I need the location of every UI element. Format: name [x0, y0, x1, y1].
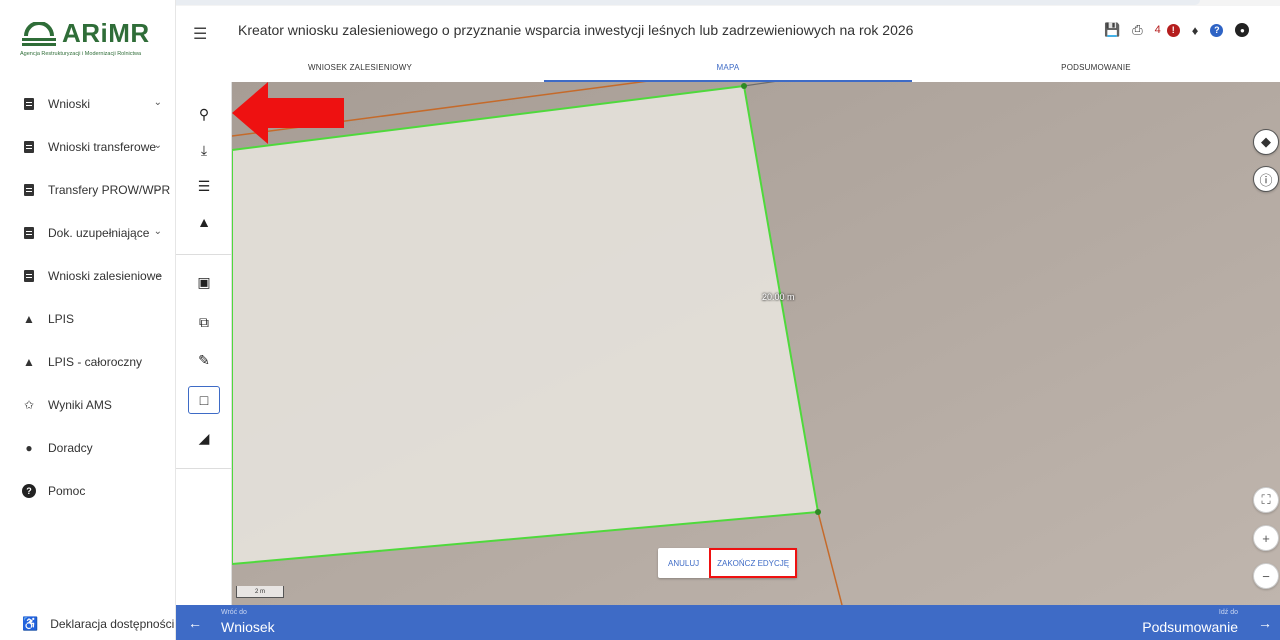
sidebar-item-lpis-caloroczny[interactable]: ▲ LPIS - całoroczny: [0, 340, 176, 383]
error-icon[interactable]: !: [1166, 23, 1180, 37]
scale-bar: 2 m: [236, 586, 284, 598]
header-actions: 💾 ⎙ 4 ! ♦ ? ●: [1104, 22, 1250, 38]
map-view[interactable]: 20.00 m 2 m ◆ ⓘ ⛶ + − ANULUJ ZAKOŃCZ EDY…: [232, 82, 1280, 605]
edited-parcel-polygon[interactable]: [232, 84, 820, 566]
sidebar-item-label: Transfery PROW/WPR: [48, 182, 171, 197]
zoom-out-icon[interactable]: −: [1253, 563, 1279, 589]
error-count-badge: 4: [1154, 24, 1161, 36]
chevron-down-icon: ⌄: [153, 226, 162, 237]
forest-icon[interactable]: ▲: [188, 208, 220, 236]
hamburger-menu-icon[interactable]: ☰: [193, 24, 207, 44]
sidebar-item-label: Wyniki AMS: [48, 397, 112, 412]
tab-podsumowanie[interactable]: PODSUMOWANIE: [912, 54, 1280, 82]
sidebar-item-lpis[interactable]: ▲ LPIS: [0, 297, 176, 340]
sidebar: ARiMR Agencja Restrukturyzacji i Moderni…: [0, 0, 176, 640]
polygon-vertex[interactable]: [741, 83, 747, 89]
sidebar-item-label: Wnioski transferowe: [48, 139, 157, 154]
document-icon: [22, 140, 36, 154]
logo-mark-icon: [22, 22, 56, 46]
terrain-icon: ▲: [23, 354, 35, 369]
help-icon[interactable]: ?: [1210, 23, 1224, 37]
arrow-left-icon[interactable]: ←: [188, 615, 202, 631]
page-title: Kreator wniosku zalesieniowego o przyzna…: [238, 22, 914, 38]
sidebar-item-wnioski[interactable]: Wnioski ⌄: [0, 82, 176, 125]
info-icon[interactable]: ⓘ: [1253, 166, 1279, 192]
sidebar-item-label: LPIS: [48, 311, 75, 326]
next-caption: Idź do: [1218, 609, 1238, 616]
edit-actions: ANULUJ ZAKOŃCZ EDYCJĘ: [658, 548, 798, 578]
download-icon[interactable]: ⤓: [188, 136, 220, 164]
bottom-navigation: ← Wróć do Wniosek Idź do Podsumowanie →: [176, 605, 1280, 640]
select-area-icon[interactable]: ▣: [188, 268, 220, 296]
print-icon[interactable]: ⎙: [1132, 22, 1142, 38]
help-icon: ?: [22, 483, 36, 498]
finish-edit-button[interactable]: ZAKOŃCZ EDYCJĘ: [709, 548, 798, 578]
back-caption: Wróć do: [221, 609, 247, 616]
sidebar-item-wnioski-transferowe[interactable]: Wnioski transferowe ⌄: [0, 125, 176, 168]
bell-icon[interactable]: ♦: [1192, 23, 1199, 38]
satellite-icon: ✩: [23, 397, 35, 412]
sidebar-item-dok-uzupelniajace[interactable]: Dok. uzupełniające ⌄: [0, 211, 176, 254]
tab-mapa[interactable]: MAPA: [544, 54, 912, 82]
accessibility-declaration-label: Deklaracja dostępności: [50, 617, 175, 631]
user-account-icon[interactable]: ●: [1235, 23, 1250, 37]
sidebar-item-pomoc[interactable]: ? Pomoc: [0, 469, 176, 512]
fullscreen-icon[interactable]: ⛶: [1253, 487, 1279, 513]
measure-angle-icon[interactable]: ◢: [188, 424, 220, 452]
edit-vertices-icon[interactable]: □: [188, 386, 220, 414]
top-strip: [0, 0, 1280, 6]
map-canvas[interactable]: [232, 82, 1280, 605]
sidebar-item-wnioski-zalesieniowe[interactable]: Wnioski zalesieniowe ⌄: [0, 254, 176, 297]
cancel-button[interactable]: ANULUJ: [658, 548, 709, 578]
accessibility-declaration-link[interactable]: ♿ Deklaracja dostępności: [22, 616, 174, 632]
document-icon: [22, 269, 36, 283]
sidebar-item-label: Wnioski zalesieniowe: [48, 268, 163, 283]
sidebar-item-label: Pomoc: [48, 483, 86, 498]
chevron-down-icon: ⌄: [153, 269, 162, 280]
zoom-in-icon[interactable]: +: [1253, 525, 1279, 551]
layers-icon[interactable]: ◆: [1253, 129, 1279, 155]
sidebar-item-label: Dok. uzupełniające: [48, 225, 150, 240]
sidebar-item-label: Doradcy: [48, 440, 93, 455]
logo-text: ARiMR: [62, 18, 150, 48]
polygon-vertex[interactable]: [815, 509, 821, 515]
measurement-label: 20.00 m: [762, 292, 795, 302]
person-icon: ●: [25, 440, 33, 455]
document-icon: [22, 97, 36, 111]
tab-bar: WNIOSEK ZALESIENIOWY MAPA PODSUMOWANIE: [176, 54, 1280, 82]
logo: ARiMR Agencja Restrukturyzacji i Moderni…: [20, 18, 170, 68]
save-icon[interactable]: 💾: [1104, 22, 1120, 38]
sidebar-item-transfery[interactable]: Transfery PROW/WPR ⌄: [0, 168, 176, 211]
terrain-icon: ▲: [23, 311, 35, 326]
back-link[interactable]: Wniosek: [221, 619, 275, 635]
chevron-down-icon: ⌄: [153, 97, 162, 108]
sidebar-item-doradcy[interactable]: ● Doradcy: [0, 426, 176, 469]
list-icon[interactable]: ☰: [188, 172, 220, 200]
copy-shape-icon[interactable]: ⧉: [188, 308, 220, 336]
map-toolbar: ⚲ ⤓ ☰ ▲ ▣ ⧉ ✎ □ ◢: [176, 82, 232, 605]
accessibility-icon: ♿: [22, 616, 39, 631]
document-icon: [22, 226, 36, 240]
chevron-down-icon: ⌄: [153, 140, 162, 151]
arrow-right-icon[interactable]: →: [1258, 615, 1272, 631]
tab-wniosek-zalesieniowy[interactable]: WNIOSEK ZALESIENIOWY: [176, 54, 544, 82]
next-link[interactable]: Podsumowanie: [1142, 619, 1238, 635]
sidebar-item-label: LPIS - całoroczny: [48, 354, 143, 369]
toolbar-divider: [176, 468, 232, 469]
document-icon: [22, 183, 36, 197]
toolbar-divider: [176, 254, 232, 255]
red-arrow-icon: [232, 82, 344, 144]
logo-subtitle: Agencja Restrukturyzacji i Modernizacji …: [20, 51, 142, 57]
chevron-down-icon: ⌄: [153, 183, 162, 194]
sidebar-item-wyniki-ams[interactable]: ✩ Wyniki AMS: [0, 383, 176, 426]
search-icon[interactable]: ⚲: [188, 100, 220, 128]
sidebar-nav: Wnioski ⌄ Wnioski transferowe ⌄ Transfer…: [0, 82, 176, 512]
sidebar-item-label: Wnioski: [48, 96, 91, 111]
top-strip-pill: [90, 0, 1200, 5]
pencil-icon[interactable]: ✎: [188, 346, 220, 374]
